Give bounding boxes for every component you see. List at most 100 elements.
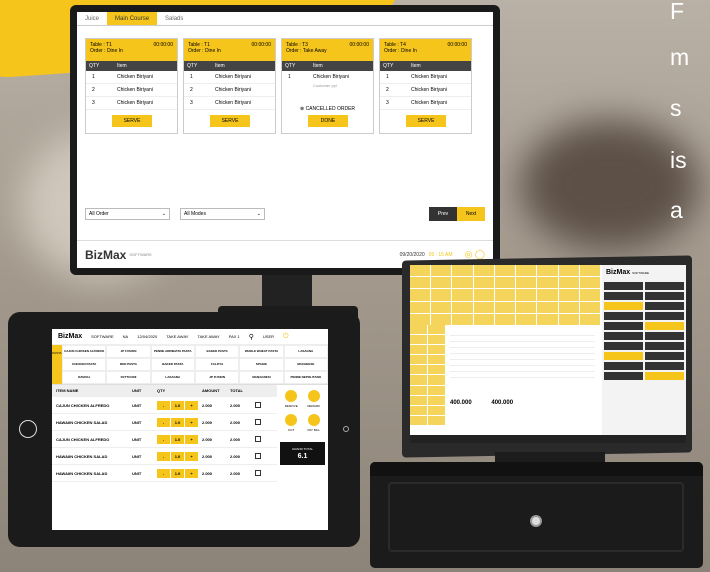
pos-action-button[interactable]	[604, 342, 643, 350]
pos-category-button[interactable]	[410, 335, 427, 345]
remove-action[interactable]: REMOVE	[280, 390, 303, 408]
pos-menu-button[interactable]	[516, 265, 537, 277]
menu-item[interactable]: JP FUSION	[106, 345, 151, 358]
pos-menu-button[interactable]	[473, 277, 494, 289]
pos-category-button[interactable]	[410, 395, 427, 405]
plus-button[interactable]: +	[185, 452, 198, 461]
pos-category-button[interactable]	[410, 325, 427, 335]
prev-button[interactable]: Prev	[429, 207, 457, 221]
kot-action[interactable]: KOT	[280, 414, 303, 432]
menu-item[interactable]: RED PASTA	[106, 358, 151, 371]
menu-item[interactable]: PENNE ARRIBIATA PASTA	[150, 345, 195, 358]
table-info[interactable]: NA	[123, 334, 129, 339]
pos-menu-button[interactable]	[431, 301, 452, 313]
minus-button[interactable]: -	[157, 435, 170, 444]
pos-action-button[interactable]	[604, 352, 643, 360]
order-filter-select[interactable]: All Order ⌄	[85, 208, 170, 220]
pos-menu-button[interactable]	[431, 265, 452, 277]
menu-item[interactable]: FALFIYA	[194, 358, 240, 371]
mode-filter-select[interactable]: All Modes ⌄	[180, 208, 265, 220]
pos-menu-button[interactable]	[579, 313, 600, 325]
pos-action-button[interactable]	[604, 312, 643, 320]
pos-category-button[interactable]	[428, 395, 445, 405]
pos-menu-button[interactable]	[558, 277, 579, 289]
serve-button[interactable]: SERVE	[406, 115, 446, 127]
pos-menu-button[interactable]	[473, 265, 494, 277]
done-button[interactable]: DONE	[308, 115, 348, 127]
pos-action-button[interactable]	[604, 332, 643, 340]
plus-button[interactable]: +	[185, 469, 198, 478]
pos-action-button[interactable]	[645, 372, 684, 380]
pos-category-button[interactable]	[428, 385, 445, 395]
pos-menu-button[interactable]	[410, 289, 431, 301]
minus-button[interactable]: -	[157, 469, 170, 478]
search-icon[interactable]: ⚲	[249, 333, 254, 341]
home-button[interactable]	[19, 420, 37, 438]
menu-item[interactable]: PENNE NEPOLITANO	[283, 371, 328, 384]
pos-category-button[interactable]	[410, 365, 427, 375]
user-info[interactable]: USER	[263, 334, 274, 339]
menu-item[interactable]: JP FUSION	[194, 371, 240, 384]
next-button[interactable]: Next	[457, 207, 485, 221]
pos-menu-button[interactable]	[431, 313, 452, 325]
pos-menu-button[interactable]	[410, 265, 431, 277]
pos-menu-button[interactable]	[452, 301, 473, 313]
pos-action-button[interactable]	[645, 302, 684, 310]
pos-category-button[interactable]	[428, 375, 445, 385]
menu-item[interactable]: CHICKEN PASTA	[62, 358, 107, 371]
menu-item[interactable]: WHOLE WHEAT PASTA	[239, 345, 284, 358]
pos-menu-button[interactable]	[537, 301, 558, 313]
pos-menu-button[interactable]	[579, 301, 600, 313]
pos-menu-button[interactable]	[494, 313, 516, 325]
pos-menu-button[interactable]	[494, 277, 516, 289]
pos-menu-button[interactable]	[537, 265, 558, 277]
menu-item[interactable]: CAJUN CHICKEN ALFREDO	[62, 345, 107, 358]
pos-category-button[interactable]	[428, 335, 445, 345]
row-checkbox[interactable]	[255, 453, 261, 459]
pos-menu-button[interactable]	[452, 277, 473, 289]
pos-category-button[interactable]	[410, 355, 427, 365]
pay-bill-action[interactable]: PAY BILL	[303, 414, 326, 432]
minus-button[interactable]: -	[157, 452, 170, 461]
pos-menu-button[interactable]	[410, 313, 431, 325]
pos-category-button[interactable]	[410, 345, 427, 355]
pos-menu-button[interactable]	[558, 289, 579, 301]
pos-menu-button[interactable]	[516, 313, 537, 325]
plus-button[interactable]: +	[185, 418, 198, 427]
pos-menu-button[interactable]	[452, 313, 473, 325]
pos-menu-button[interactable]	[410, 301, 431, 313]
pos-action-button[interactable]	[604, 322, 643, 330]
category-pasta[interactable]: PASTA	[52, 345, 62, 384]
pos-menu-button[interactable]	[452, 289, 473, 301]
pos-category-button[interactable]	[428, 325, 445, 335]
menu-item[interactable]: FETTUCINI	[106, 371, 151, 384]
pos-menu-button[interactable]	[452, 265, 473, 277]
pos-menu-button[interactable]	[516, 289, 537, 301]
minus-button[interactable]: -	[157, 401, 170, 410]
menu-item[interactable]: MANAGRESI	[239, 371, 284, 384]
pos-category-button[interactable]	[410, 415, 427, 425]
pos-action-button[interactable]	[604, 292, 643, 300]
pos-menu-button[interactable]	[431, 289, 452, 301]
pos-menu-button[interactable]	[473, 313, 494, 325]
menu-item[interactable]: BAKED PASTA	[194, 345, 240, 358]
pos-menu-button[interactable]	[494, 301, 516, 313]
pos-category-button[interactable]	[410, 405, 427, 415]
remark-action[interactable]: REMARK	[303, 390, 326, 408]
pos-action-button[interactable]	[645, 322, 684, 330]
pos-action-button[interactable]	[604, 282, 643, 290]
tab-salads[interactable]: Salads	[157, 12, 191, 25]
pos-menu-button[interactable]	[579, 277, 600, 289]
pos-order-row[interactable]	[450, 372, 595, 378]
pos-category-button[interactable]	[410, 385, 427, 395]
plus-button[interactable]: +	[185, 435, 198, 444]
tab-main-course[interactable]: Main Course	[107, 12, 158, 25]
menu-item[interactable]: LASAGNA	[150, 371, 195, 384]
pos-category-button[interactable]	[410, 375, 427, 385]
order-mode-2[interactable]: TAKE AWAY	[197, 334, 219, 339]
pos-menu-button[interactable]	[410, 277, 431, 289]
pos-menu-button[interactable]	[516, 301, 537, 313]
table-row[interactable]: CAJUN CHICKEN ALFREDO UNIT -1.0 +2.000 2.000	[52, 397, 277, 414]
pax-info[interactable]: PAX 1	[229, 334, 240, 339]
serve-button[interactable]: SERVE	[210, 115, 250, 127]
